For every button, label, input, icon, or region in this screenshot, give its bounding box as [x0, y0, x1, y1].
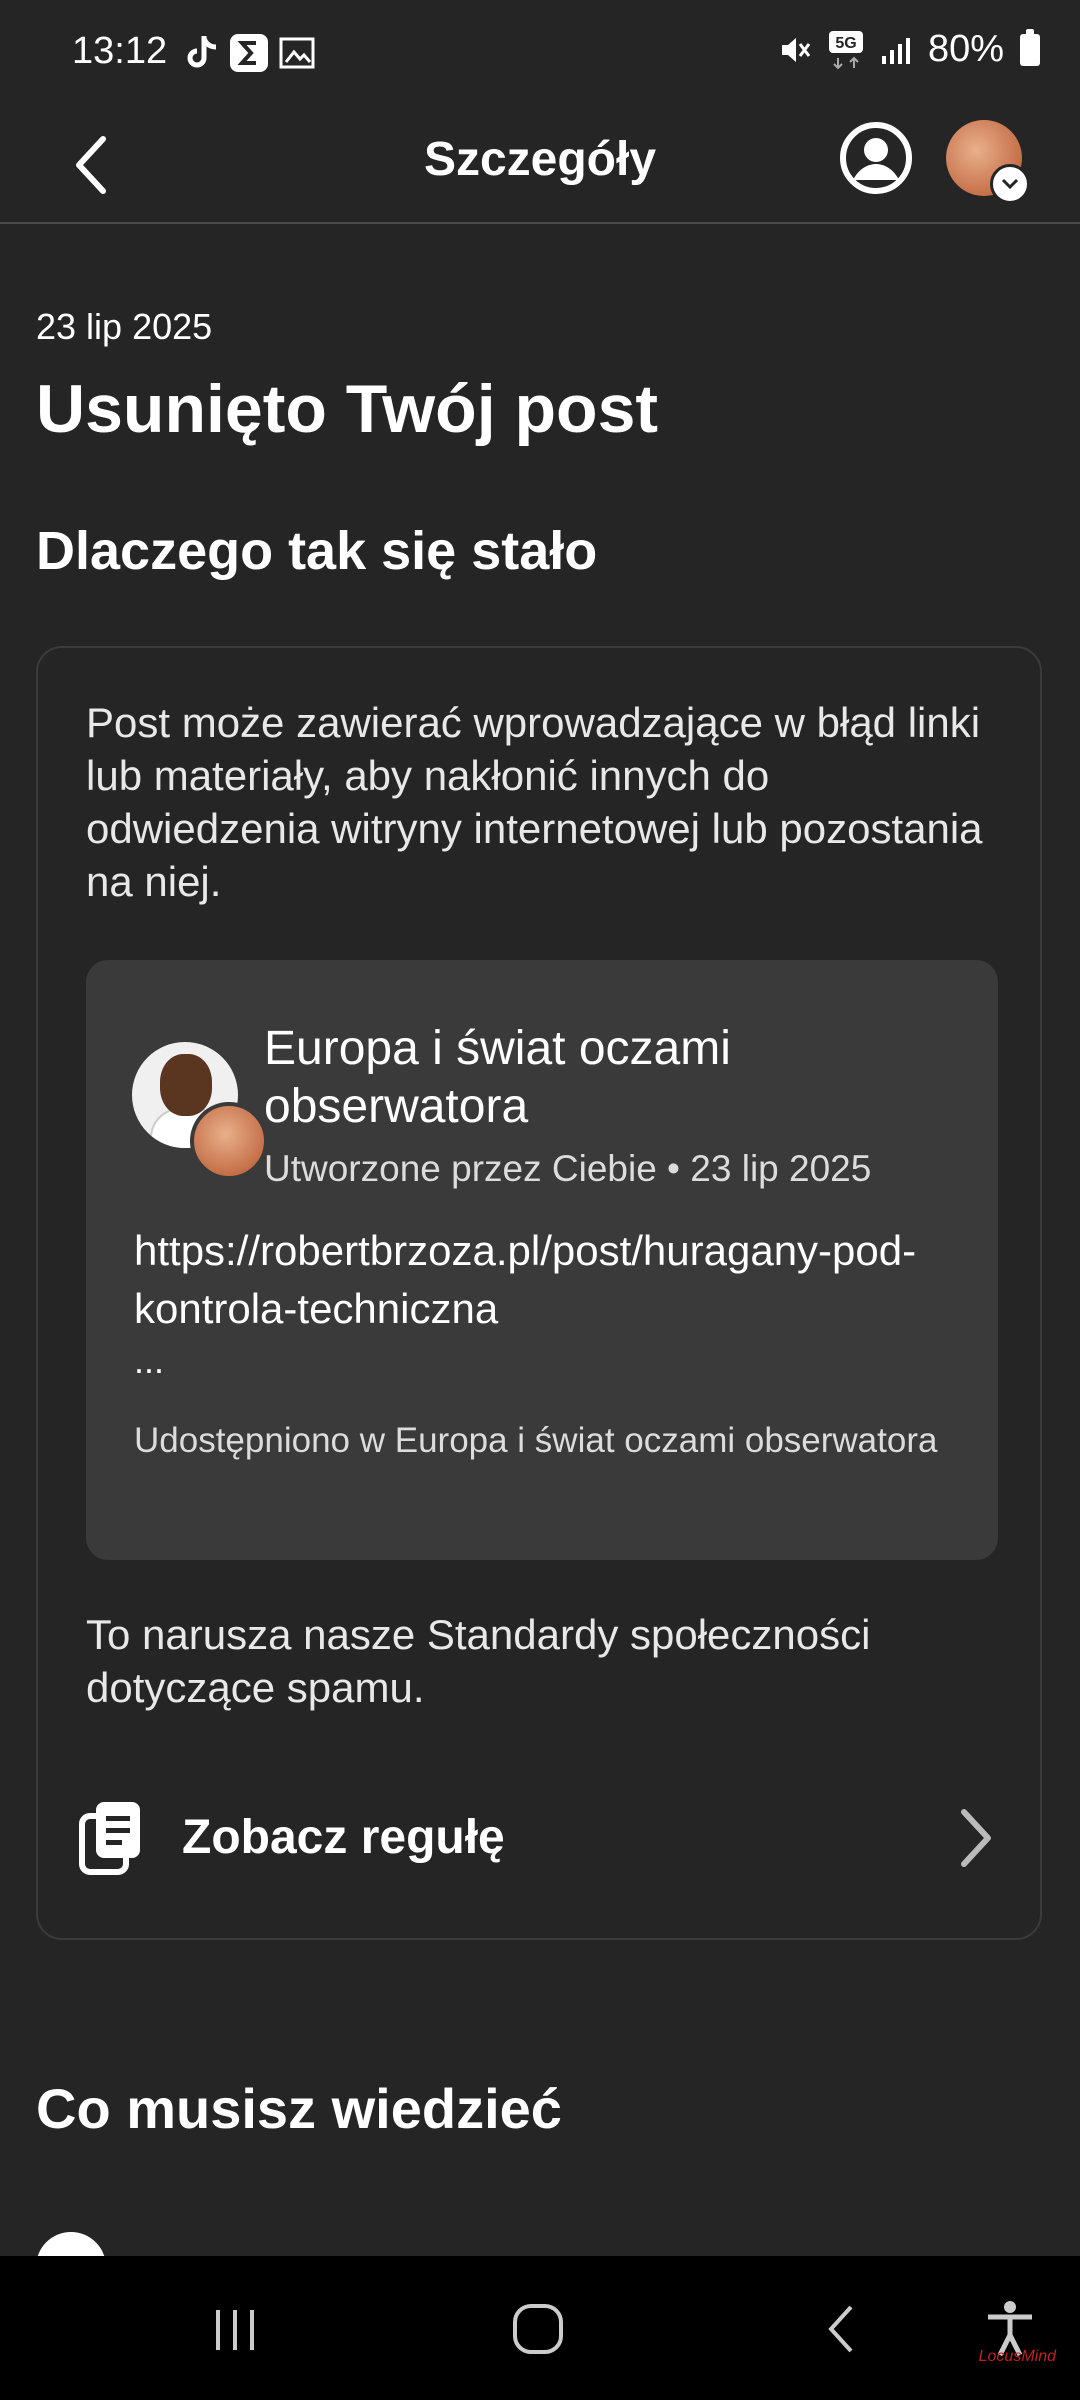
recents-icon [216, 2310, 254, 2350]
notice-date: 23 lip 2025 [36, 306, 213, 347]
clock: 13:12 [72, 30, 168, 72]
top-app-bar: Szczegóły [0, 110, 1080, 224]
home-icon [513, 2304, 563, 2354]
shared-in-text: Udostępniono w Europa i świat oczami obs… [134, 1421, 938, 1460]
battery-percent: 80% [927, 28, 1004, 70]
battery-icon [1020, 28, 1040, 66]
chevron-right-icon [956, 1808, 996, 1868]
system-nav-bar: LocusMind [0, 2256, 1080, 2400]
info-icon [36, 2232, 106, 2256]
sigma-icon [230, 34, 268, 72]
5g-icon: 5G [828, 30, 863, 69]
post-meta: Utworzone przez Ciebie • 23 lip 2025 [264, 1148, 872, 1189]
reason-card: Post może zawierać wprowadzające w błąd … [36, 646, 1042, 1940]
list-item-partial[interactable] [36, 2230, 1046, 2256]
profile-switcher-avatar[interactable] [946, 120, 1030, 204]
svg-text:5G: 5G [835, 35, 856, 52]
user-circle-icon [840, 122, 912, 194]
watermark: LocusMind [978, 2348, 1056, 2365]
account-button[interactable] [838, 120, 914, 196]
status-bar: 13:12 5G 80% [0, 0, 1080, 110]
why-heading: Dlaczego tak się stało [36, 521, 598, 581]
user-avatar [190, 1102, 268, 1180]
group-name: Europa i świat oczami obserwatora [264, 1022, 731, 1133]
post-link-text: https://robertbrzoza.pl/post/huragany-po… [134, 1227, 917, 1332]
nav-back-button[interactable] [806, 2294, 876, 2364]
notice-title: Usunięto Twój post [36, 371, 659, 447]
section-heading: Co musisz wiedzieć [36, 2077, 562, 2140]
gallery-icon [278, 34, 316, 72]
see-rule-button[interactable]: Zobacz regułę [38, 1768, 1044, 1908]
chevron-down-icon [990, 164, 1030, 204]
recent-apps-button[interactable] [200, 2294, 270, 2364]
mute-icon [781, 37, 811, 62]
signal-icon [881, 37, 910, 64]
reason-text: Post może zawierać wprowadzające w błąd … [86, 699, 983, 905]
page-title: Szczegóły [423, 133, 657, 186]
home-button[interactable] [503, 2294, 573, 2364]
violation-text: To narusza nasze Standardy społeczności … [86, 1611, 871, 1711]
see-rule-label: Zobacz regułę [182, 1811, 505, 1864]
removed-post-preview[interactable]: Europa i świat oczami obserwatora Utworz… [86, 960, 998, 1560]
back-icon [828, 2305, 853, 2353]
post-ellipsis: ... [134, 1340, 165, 1381]
notification-icons [182, 34, 316, 72]
system-icons: 5G 80% [778, 28, 1040, 71]
tiktok-icon [182, 34, 220, 72]
document-stack-icon [78, 1798, 148, 1876]
